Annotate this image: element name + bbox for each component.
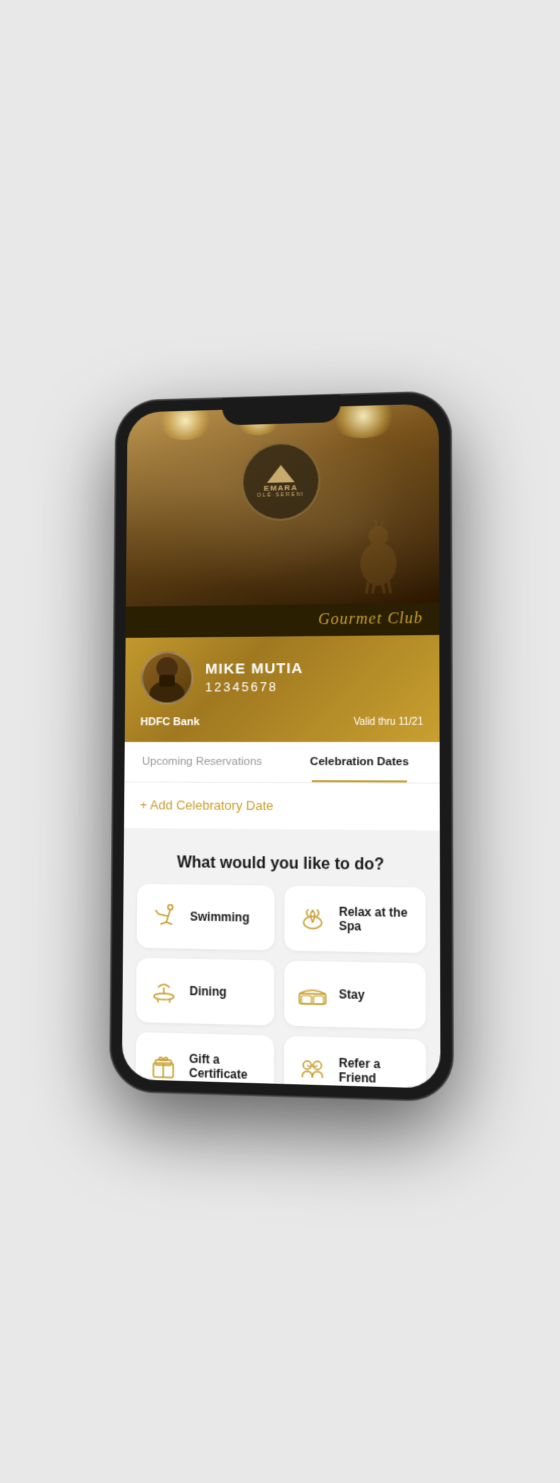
membership-card: Gourmet Club MIKE MUTIA 12345678 HDFC Ba…	[125, 602, 440, 741]
what-to-do-title: What would you like to do?	[124, 835, 440, 887]
grid-card-stay[interactable]: Stay	[284, 960, 426, 1029]
spa-icon	[296, 902, 328, 935]
dining-icon	[148, 974, 180, 1007]
card-dark-strip: Gourmet Club	[126, 602, 440, 637]
add-date-button[interactable]: + Add Celebratory Date	[140, 797, 274, 813]
gourmet-club-label: Gourmet Club	[318, 610, 423, 629]
gift-certificate-label: Gift a Certificate	[189, 1051, 262, 1082]
card-footer: HDFC Bank Valid thru 11/21	[140, 715, 423, 727]
add-date-section: + Add Celebratory Date	[124, 782, 440, 838]
animal-silhouette	[348, 513, 408, 594]
swimming-icon	[149, 899, 181, 932]
logo-mountain-icon	[267, 464, 295, 482]
notch	[222, 394, 340, 425]
activity-grid: Swimming Relax at the Spa	[122, 883, 441, 1088]
grid-card-gift-certificate[interactable]: Gift a Certificate	[135, 1032, 274, 1089]
hero-section: EMARA OLÉ·SERENI	[126, 403, 439, 606]
user-avatar	[141, 651, 194, 704]
dining-label: Dining	[189, 983, 226, 998]
stay-label: Stay	[339, 987, 365, 1002]
stay-icon	[296, 977, 328, 1010]
user-name: MIKE MUTIA	[205, 659, 423, 677]
user-info: MIKE MUTIA 12345678	[205, 659, 423, 694]
tab-upcoming-reservations[interactable]: Upcoming Reservations	[124, 742, 280, 782]
tabs-section: Upcoming Reservations Celebration Dates	[124, 742, 439, 784]
grid-card-swimming[interactable]: Swimming	[137, 883, 275, 949]
refer-label: Refer a Friend	[339, 1055, 414, 1086]
phone-frame: EMARA OLÉ·SERENI Gourmet Club	[110, 391, 453, 1101]
swimming-label: Swimming	[190, 909, 250, 924]
grid-card-spa[interactable]: Relax at the Spa	[284, 885, 425, 952]
avatar-silhouette	[145, 653, 188, 702]
phone-screen: EMARA OLÉ·SERENI Gourmet Club	[122, 403, 441, 1088]
gift-certificate-icon	[147, 1048, 179, 1081]
valid-thru: Valid thru 11/21	[354, 716, 424, 727]
bank-name: HDFC Bank	[140, 716, 199, 728]
spa-label: Relax at the Spa	[339, 904, 413, 934]
logo-brand: EMARA	[264, 482, 298, 492]
grid-card-dining[interactable]: Dining	[136, 957, 274, 1025]
card-user-row: MIKE MUTIA 12345678	[141, 649, 424, 704]
logo-sub: OLÉ·SERENI	[257, 492, 305, 499]
refer-icon	[296, 1052, 328, 1086]
tab-celebration-dates[interactable]: Celebration Dates	[280, 742, 440, 783]
user-id: 12345678	[205, 678, 423, 694]
grid-card-refer[interactable]: Refer a Friend	[284, 1035, 426, 1088]
